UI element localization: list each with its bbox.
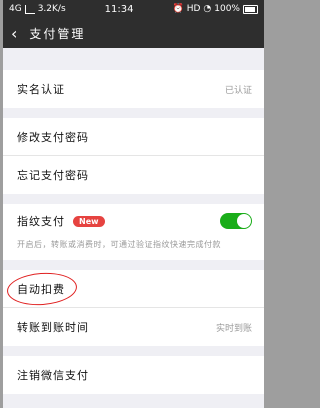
deregister-row[interactable]: 注销微信支付 (3, 356, 264, 394)
forgot-password-row[interactable]: 忘记支付密码 (3, 156, 264, 194)
signal-icon (24, 4, 35, 14)
phone-screen: 4G 3.2K/s 11:34 ⏰ HD ◔ 100% ‹ 支付管理 实名认证 … (3, 0, 264, 408)
hd-label: HD (186, 4, 201, 14)
group-deregister: 注销微信支付 (3, 356, 264, 394)
transfer-time-value: 实时到账 (215, 323, 252, 334)
network-type: 4G (9, 4, 22, 14)
change-password-label: 修改支付密码 (17, 130, 89, 144)
group-identity: 实名认证 已认证 (3, 70, 264, 108)
clock: 11:34 (104, 3, 134, 15)
transfer-time-row[interactable]: 转账到账时间 实时到账 (3, 308, 264, 346)
forgot-password-label: 忘记支付密码 (17, 169, 89, 182)
back-arrow-icon[interactable]: ‹ (11, 24, 17, 43)
deregister-label: 注销微信支付 (17, 369, 89, 382)
new-badge: New (73, 215, 105, 227)
fingerprint-pay-label: 指纹支付 (17, 215, 65, 228)
wifi-icon: ◔ (203, 4, 212, 14)
group-auto: 自动扣费 转账到账时间 实时到账 (3, 270, 264, 346)
fingerprint-pay-hint: 开启后，转账或消费时，可通过验证指纹快速完成付款 (3, 238, 264, 260)
fingerprint-pay-toggle[interactable] (220, 213, 252, 229)
group-fingerprint: 指纹支付 New 开启后，转账或消费时，可通过验证指纹快速完成付款 (3, 204, 264, 260)
page-title: 支付管理 (29, 26, 86, 41)
toggle-knob (237, 214, 251, 228)
battery-level: 100% (214, 4, 240, 14)
real-name-auth-status: 已认证 (224, 85, 252, 96)
network-speed: 3.2K/s (37, 4, 66, 14)
auto-deduct-row[interactable]: 自动扣费 (3, 270, 264, 308)
real-name-auth-row[interactable]: 实名认证 已认证 (3, 70, 264, 108)
transfer-time-label: 转账到账时间 (17, 321, 89, 334)
alarm-icon: ⏰ (172, 4, 184, 14)
fingerprint-pay-row: 指纹支付 New (3, 204, 264, 238)
group-password: 修改支付密码 忘记支付密码 (3, 118, 264, 194)
battery-icon (242, 4, 258, 14)
real-name-auth-label: 实名认证 (17, 83, 65, 96)
status-bar: 4G 3.2K/s 11:34 ⏰ HD ◔ 100% (3, 0, 264, 18)
nav-bar: ‹ 支付管理 (3, 18, 264, 48)
change-password-row[interactable]: 修改支付密码 (3, 118, 264, 156)
red-circle-annotation (5, 270, 79, 308)
